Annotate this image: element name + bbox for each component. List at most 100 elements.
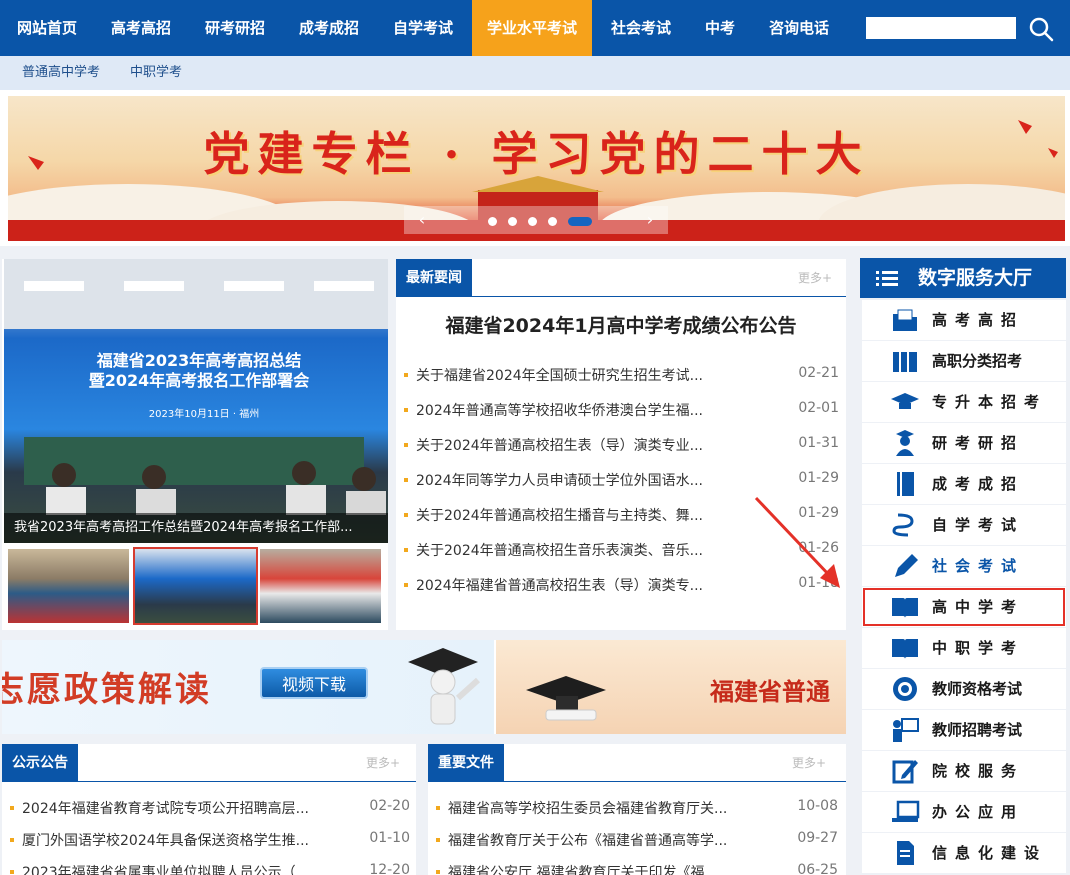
document-item[interactable]: 福建省公安厅 福建省教育厅关于印发《福... 06-25 bbox=[436, 862, 838, 875]
sidebar-item-label: 成考成招 bbox=[932, 475, 1025, 493]
photo-thumbnail[interactable] bbox=[8, 549, 129, 623]
notice-item-date: 12-20 bbox=[369, 862, 410, 875]
search-icon bbox=[1029, 17, 1054, 42]
graduation-cap-icon bbox=[891, 393, 919, 409]
document-item[interactable]: 福建省高等学校招生委员会福建省教育厅关... 10-08 bbox=[436, 798, 838, 818]
nav-item-hotline[interactable]: 咨询电话 bbox=[752, 0, 846, 56]
search-input[interactable] bbox=[866, 17, 1016, 39]
sidebar-item-gaokao[interactable]: 高考高招 bbox=[862, 300, 1066, 340]
photo-screen-date: 2023年10月11日 · 福州 bbox=[148, 409, 260, 420]
sidebar-item-xinxihua[interactable]: 信息化建设 bbox=[862, 833, 1066, 873]
news-item-title: 2024年福建省普通高校招生表（导）演类专... bbox=[416, 578, 703, 594]
sidebar-title: 数字服务大厅 bbox=[918, 267, 1033, 289]
notice-item-date: 02-20 bbox=[369, 798, 410, 814]
sidebar-item-label: 自学考试 bbox=[932, 516, 1025, 534]
nav-item-zhongkao[interactable]: 中考 bbox=[688, 0, 752, 56]
graduate-icon bbox=[896, 430, 914, 456]
photo-caption[interactable]: 我省2023年高考高招工作总结暨2024年高考报名工作部... bbox=[4, 513, 388, 543]
ad-policy-banner[interactable]: 志愿政策解读 视频下载 bbox=[2, 640, 494, 734]
edit-icon bbox=[892, 760, 918, 784]
sidebar-item-jiaoshi-zhaopin[interactable]: 教师招聘考试 bbox=[862, 710, 1066, 750]
sidebar-header: 数字服务大厅 bbox=[860, 258, 1066, 298]
photo-audience bbox=[46, 461, 386, 515]
documents-tab[interactable]: 重要文件 bbox=[428, 744, 504, 782]
sidebar-item-gaozhi[interactable]: 高职分类招考 bbox=[862, 341, 1066, 381]
document-item-title: 福建省高等学校招生委员会福建省教育厅关... bbox=[448, 801, 728, 817]
sidebar-item-yankao[interactable]: 研考研招 bbox=[862, 423, 1066, 463]
sidebar-item-label: 社会考试 bbox=[932, 557, 1025, 575]
banner-dot[interactable] bbox=[488, 217, 497, 226]
banner-dot[interactable] bbox=[548, 217, 557, 226]
photo-ceiling bbox=[4, 259, 388, 329]
subnav-item-gaozhong[interactable]: 普通高中学考 bbox=[22, 56, 100, 90]
sidebar-item-label: 高考高招 bbox=[932, 311, 1025, 329]
documents-card: 重要文件 更多+ 福建省高等学校招生委员会福建省教育厅关... 10-08 福建省… bbox=[428, 744, 846, 875]
documents-more-link[interactable]: 更多+ bbox=[792, 754, 826, 771]
bullet bbox=[436, 838, 440, 842]
ad-left-title: 志愿政策解读 bbox=[2, 670, 212, 710]
news-item-title: 关于2024年普通高校招生播音与主持类、舞... bbox=[416, 508, 703, 524]
notice-item-title: 2023年福建省省属事业单位拟聘人员公示（... bbox=[22, 865, 309, 875]
notice-item[interactable]: 厦门外国语学校2024年具备保送资格学生推... 01-10 bbox=[10, 830, 410, 850]
sidebar-item-bangong[interactable]: 办公应用 bbox=[862, 792, 1066, 832]
bullet bbox=[404, 373, 408, 377]
news-headline[interactable]: 福建省2024年1月高中学考成绩公布公告 bbox=[396, 311, 846, 338]
news-item[interactable]: 关于福建省2024年全国硕士研究生招生考试... 02-21 bbox=[404, 365, 839, 385]
sidebar-item-yuanxiao[interactable]: 院校服务 bbox=[862, 751, 1066, 791]
news-tab[interactable]: 最新要闻 bbox=[396, 259, 472, 297]
notices-tab[interactable]: 公示公告 bbox=[2, 744, 78, 782]
news-item[interactable]: 关于2024年普通高校招生表（导）演类专业... 01-31 bbox=[404, 435, 839, 455]
folder-icon bbox=[893, 309, 917, 331]
sidebar-item-zhongzhi-xuekao[interactable]: 中职学考 bbox=[862, 628, 1066, 668]
sidebar-item-gaozhong-xuekao[interactable]: 高中学考 bbox=[862, 587, 1066, 627]
nav-item-home[interactable]: 网站首页 bbox=[0, 0, 94, 56]
news-more-link[interactable]: 更多+ bbox=[798, 269, 832, 286]
banner-dot[interactable] bbox=[528, 217, 537, 226]
photo-thumbnail[interactable] bbox=[260, 549, 381, 623]
banner-prev-button[interactable]: ‹ bbox=[412, 210, 432, 230]
bullet bbox=[404, 478, 408, 482]
search-button[interactable] bbox=[1024, 14, 1058, 44]
subnav-item-zhongzhi[interactable]: 中职学考 bbox=[130, 56, 182, 90]
menu-icon bbox=[876, 271, 898, 286]
bullet bbox=[404, 583, 408, 587]
news-item-title: 关于2024年普通高校招生音乐表演类、音乐... bbox=[416, 543, 703, 559]
nav-item-gaokao[interactable]: 高考高招 bbox=[94, 0, 188, 56]
main-news-photo[interactable]: 福建省2023年高考高招总结 暨2024年高考报名工作部署会 2023年10月1… bbox=[4, 259, 388, 543]
banner-next-button[interactable]: › bbox=[640, 210, 660, 230]
notice-item[interactable]: 2023年福建省省属事业单位拟聘人员公示（... 12-20 bbox=[10, 862, 410, 875]
news-item[interactable]: 2024年普通高等学校招收华侨港澳台学生福... 02-01 bbox=[404, 400, 839, 420]
notices-more-link[interactable]: 更多+ bbox=[366, 754, 400, 771]
sidebar-item-chengkao[interactable]: 成考成招 bbox=[862, 464, 1066, 504]
news-item-date: 01-31 bbox=[798, 435, 839, 451]
banner-dot-active[interactable] bbox=[568, 217, 592, 226]
banner-dot[interactable] bbox=[508, 217, 517, 226]
bullet bbox=[10, 870, 14, 874]
notebook-icon bbox=[897, 472, 914, 496]
annotation-arrow bbox=[754, 496, 840, 588]
nav-item-chengkao[interactable]: 成考成招 bbox=[282, 0, 376, 56]
bullet bbox=[404, 408, 408, 412]
nav-item-xueye[interactable]: 学业水平考试 bbox=[472, 0, 592, 56]
open-book-icon bbox=[892, 598, 918, 618]
banner-title: 党建专栏 · 学习党的二十大 bbox=[203, 127, 870, 181]
bullet bbox=[436, 870, 440, 874]
notice-item[interactable]: 2024年福建省教育考试院专项公开招聘高层... 02-20 bbox=[10, 798, 410, 818]
sidebar-item-label: 院校服务 bbox=[932, 762, 1025, 780]
nav-item-zixue[interactable]: 自学考试 bbox=[376, 0, 470, 56]
nav-item-yankao[interactable]: 研考研招 bbox=[188, 0, 282, 56]
ad-fujian-banner[interactable]: 福建省普通 bbox=[496, 640, 846, 734]
sidebar-item-label: 中职学考 bbox=[932, 639, 1025, 657]
sidebar-item-shehui[interactable]: 社会考试 bbox=[862, 546, 1066, 586]
document-item[interactable]: 福建省教育厅关于公布《福建省普通高等学... 09-27 bbox=[436, 830, 838, 850]
sidebar-item-jiaoshi-zige[interactable]: 教师资格考试 bbox=[862, 669, 1066, 709]
sidebar-item-label: 教师资格考试 bbox=[932, 680, 1023, 698]
nav-item-shehui[interactable]: 社会考试 bbox=[594, 0, 688, 56]
news-item[interactable]: 2024年同等学力人员申请硕士学位外国语水... 01-29 bbox=[404, 470, 839, 490]
video-download-button[interactable]: 视频下载 bbox=[260, 667, 368, 699]
monitor-icon bbox=[892, 800, 920, 822]
photo-thumbnail-active[interactable] bbox=[133, 547, 258, 625]
banner-carousel[interactable]: 党建专栏 · 学习党的二十大 ‹ › bbox=[8, 96, 1065, 241]
sidebar-item-zhuanshengben[interactable]: 专升本招考 bbox=[862, 382, 1066, 422]
sidebar-item-zixue[interactable]: 自学考试 bbox=[862, 505, 1066, 545]
